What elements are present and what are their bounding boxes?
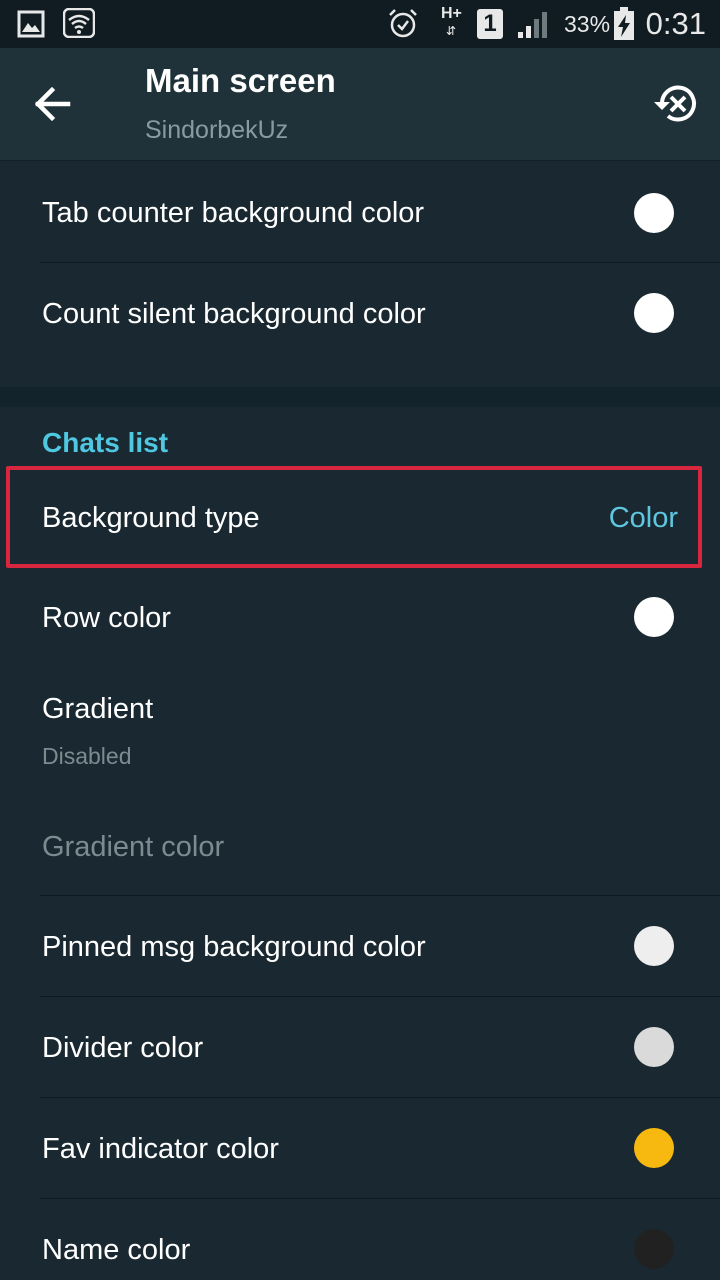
setting-row-divider-color[interactable]: Divider color — [0, 997, 720, 1097]
setting-row-gradient-color: Gradient color — [0, 788, 720, 894]
color-swatch — [634, 1128, 674, 1168]
color-swatch — [634, 1229, 674, 1269]
color-swatch — [634, 1027, 674, 1067]
signal-icon — [518, 12, 547, 38]
setting-row-count-silent-bg[interactable]: Count silent background color — [0, 263, 720, 387]
section-header-chats-list: Chats list — [0, 407, 720, 467]
page-title: Main screen — [145, 62, 336, 99]
setting-label: Row color — [42, 602, 171, 634]
sim-icon: 1 — [477, 9, 503, 39]
setting-row-row-color[interactable]: Row color — [0, 568, 720, 668]
section-title: Chats list — [42, 427, 169, 458]
setting-label: Name color — [42, 1234, 191, 1266]
setting-value: Disabled — [42, 743, 132, 769]
wifi-icon — [63, 8, 95, 38]
restore-icon — [654, 85, 696, 122]
setting-row-tab-counter-bg[interactable]: Tab counter background color — [0, 162, 720, 262]
setting-row-pinned-msg-bg[interactable]: Pinned msg background color — [0, 896, 720, 996]
setting-label: Pinned msg background color — [42, 931, 426, 963]
data-arrows-icon: ⇵ — [446, 24, 457, 38]
setting-label: Gradient color — [42, 831, 225, 863]
reset-button[interactable] — [650, 78, 702, 130]
section-separator — [0, 387, 720, 407]
clock: 0:31 — [645, 6, 706, 41]
highlight-box — [6, 466, 702, 568]
arrow-left-icon — [34, 86, 71, 122]
color-swatch — [634, 597, 674, 637]
setting-label: Divider color — [42, 1032, 204, 1064]
setting-row-fav-indicator-color[interactable]: Fav indicator color — [0, 1098, 720, 1198]
setting-label: Tab counter background color — [42, 197, 425, 229]
color-swatch — [634, 293, 674, 333]
color-swatch — [634, 926, 674, 966]
battery-charging-icon — [614, 7, 634, 40]
back-button[interactable] — [22, 74, 86, 134]
setting-row-name-color[interactable]: Name color — [0, 1199, 720, 1280]
setting-label: Count silent background color — [42, 298, 426, 330]
network-type-label: H+ — [441, 5, 462, 22]
setting-row-gradient[interactable]: Gradient Disabled — [0, 668, 720, 788]
color-swatch — [634, 193, 674, 233]
status-bar: H+ ⇵ 1 33% 0:31 — [0, 0, 720, 48]
gallery-icon — [17, 10, 45, 38]
page-subtitle: SindorbekUz — [145, 116, 289, 144]
alarm-icon — [389, 9, 417, 38]
app-bar: Main screen SindorbekUz — [0, 48, 720, 161]
setting-label: Fav indicator color — [42, 1133, 279, 1165]
setting-label: Gradient — [42, 693, 154, 725]
battery-percent: 33% — [564, 11, 611, 37]
